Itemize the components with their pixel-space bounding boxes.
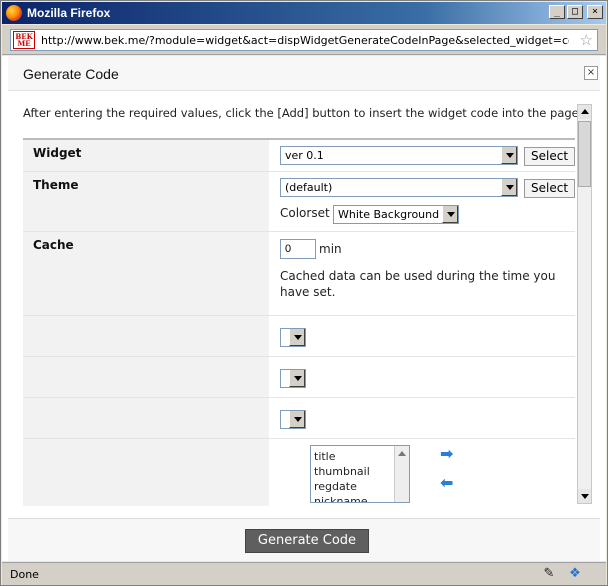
chevron-down-icon	[501, 179, 517, 196]
intro-text: After entering the required values, clic…	[23, 106, 583, 120]
address-bar: BEK ME http://www.bek.me/?module=widget&…	[2, 25, 606, 55]
theme-row: Theme (default) Select Colorset White Ba…	[23, 172, 575, 232]
site-favicon-icon: BEK ME	[13, 31, 35, 49]
list-item[interactable]: nickname	[314, 494, 370, 502]
tools-icon[interactable]: ✎	[540, 566, 558, 582]
maximize-button[interactable]: □	[567, 5, 583, 19]
listbox-scrollbar[interactable]	[394, 446, 409, 502]
list-item[interactable]: thumbnail	[314, 464, 370, 479]
dialog-footer: Generate Code	[8, 518, 600, 561]
scroll-down-icon[interactable]	[578, 489, 591, 503]
widget-select[interactable]: ver 0.1	[280, 146, 518, 165]
widget-form: Widget ver 0.1 Select Theme (default) Se…	[23, 138, 575, 506]
fields-row: title thumbnail regdate nickname ➡ ⬅	[23, 439, 575, 506]
status-text: Done	[10, 568, 39, 581]
option-row	[23, 316, 575, 357]
cache-help-text: Cached data can be used during the time …	[280, 269, 556, 299]
cache-row: Cache min Cached data can be used during…	[23, 232, 575, 316]
chevron-down-icon	[289, 411, 305, 428]
chevron-down-icon	[501, 147, 517, 164]
option-row	[23, 398, 575, 439]
scroll-up-icon[interactable]	[578, 105, 591, 119]
status-bar: Done ✎ ❖	[2, 562, 606, 585]
arrow-right-icon[interactable]: ➡	[440, 444, 453, 463]
colorset-label: Colorset	[280, 206, 330, 220]
page-content: Generate Code × After entering the requi…	[2, 56, 606, 561]
theme-select-button[interactable]: Select	[524, 179, 575, 198]
option-select[interactable]	[280, 369, 306, 388]
close-window-button[interactable]: ×	[587, 5, 603, 19]
widget-row: Widget ver 0.1 Select	[23, 140, 575, 172]
cache-label: Cache	[33, 238, 74, 252]
option-select[interactable]	[280, 328, 306, 347]
firefox-icon	[6, 5, 22, 21]
theme-select[interactable]: (default)	[280, 178, 518, 197]
star-icon[interactable]: ☆	[580, 32, 593, 48]
widget-select-button[interactable]: Select	[524, 147, 575, 166]
theme-label: Theme	[33, 178, 79, 192]
scroll-thumb[interactable]	[578, 121, 591, 187]
chevron-down-icon	[442, 206, 458, 223]
chevron-down-icon	[289, 329, 305, 346]
generate-code-button[interactable]: Generate Code	[245, 529, 369, 553]
chevron-down-icon	[289, 370, 305, 387]
browser-window: Mozilla Firefox _ □ × BEK ME http://www.…	[0, 0, 608, 586]
widget-label: Widget	[33, 146, 82, 160]
minimize-button[interactable]: _	[549, 5, 565, 19]
title-bar: Mozilla Firefox _ □ ×	[2, 2, 606, 24]
cache-unit: min	[319, 242, 342, 256]
url-field[interactable]: BEK ME http://www.bek.me/?module=widget&…	[10, 29, 598, 51]
fields-listbox[interactable]: title thumbnail regdate nickname	[310, 445, 410, 503]
url-text[interactable]: http://www.bek.me/?module=widget&act=dis…	[41, 34, 569, 47]
list-item[interactable]: regdate	[314, 479, 370, 494]
arrow-left-icon[interactable]: ⬅	[440, 473, 453, 492]
option-row	[23, 357, 575, 398]
list-item[interactable]: title	[314, 449, 370, 464]
colorset-select[interactable]: White Background	[333, 205, 459, 224]
dialog-header: Generate Code ×	[8, 56, 600, 91]
dialog-close-button[interactable]: ×	[584, 66, 598, 80]
window-title: Mozilla Firefox	[27, 6, 111, 20]
option-select[interactable]	[280, 410, 306, 429]
dialog-title: Generate Code	[23, 66, 119, 82]
window-controls: _ □ ×	[549, 5, 603, 19]
vertical-scrollbar[interactable]	[577, 104, 592, 504]
network-icon[interactable]: ❖	[566, 566, 584, 582]
cache-input[interactable]	[280, 239, 316, 259]
